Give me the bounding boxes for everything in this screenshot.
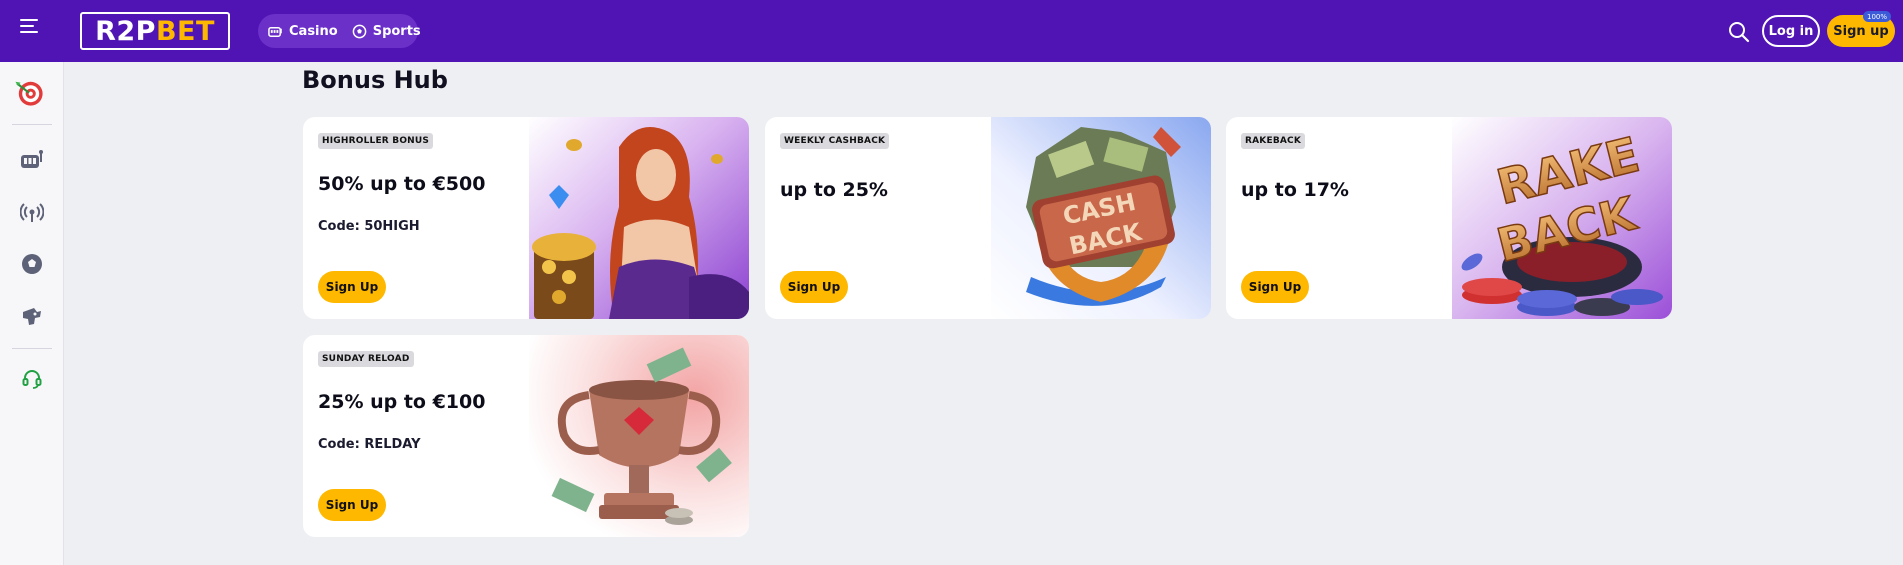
bonus-code: Code: 50HIGH (318, 219, 420, 234)
nav-sports[interactable]: Sports (352, 24, 421, 39)
bonus-badge: RAKEBACK (1241, 133, 1306, 149)
login-button[interactable]: Log in (1762, 15, 1820, 47)
nav-casino[interactable]: Casino (268, 24, 338, 39)
bonus-card-rakeback: RAKEBACK up to 17% Sign Up RAKE BACK (1226, 117, 1672, 319)
bonus-badge: SUNDAY RELOAD (318, 351, 414, 367)
dart-board-icon[interactable] (15, 78, 46, 106)
bonus-headline: 25% up to €100 (318, 391, 486, 413)
bonus-signup-button[interactable]: Sign Up (780, 271, 848, 303)
soccer-ball-icon (352, 24, 367, 38)
bonus-signup-button[interactable]: Sign Up (318, 271, 386, 303)
sidebar-divider (12, 124, 52, 125)
logo-text-part2: BET (155, 15, 215, 47)
sidebar (0, 62, 64, 565)
esports-icon[interactable] (18, 302, 46, 330)
slot-machine-icon (268, 26, 282, 37)
trophy-with-cash-image (529, 335, 749, 537)
nav-sports-label: Sports (372, 23, 421, 39)
sidebar-divider (12, 348, 52, 349)
slot-machine-icon[interactable] (18, 146, 46, 174)
bonus-headline: up to 17% (1241, 179, 1349, 201)
live-broadcast-icon[interactable] (18, 198, 46, 226)
bonus-card-highroller: HIGHROLLER BONUS 50% up to €500 Code: 50… (303, 117, 749, 319)
bonus-badge: HIGHROLLER BONUS (318, 133, 434, 149)
bonus-signup-button[interactable]: Sign Up (318, 489, 386, 521)
hamburger-menu-icon[interactable] (20, 19, 44, 41)
bonus-signup-button[interactable]: Sign Up (1241, 271, 1309, 303)
bonus-code: Code: RELDAY (318, 437, 421, 452)
cashback-sign-image: CASH BACK (991, 117, 1211, 319)
bonus-badge: WEEKLY CASHBACK (780, 133, 890, 149)
search-icon[interactable] (1728, 21, 1750, 43)
signup-bonus-badge: 100% (1863, 11, 1892, 22)
top-header: R2P BET Casino Sports Log in Sign up 100% (0, 0, 1903, 62)
bonus-card-sunday-reload: SUNDAY RELOAD 25% up to €100 Code: RELDA… (303, 335, 749, 537)
support-headset-icon[interactable] (18, 365, 46, 393)
page-title: Bonus Hub (302, 66, 448, 94)
nav-casino-label: Casino (289, 23, 338, 39)
rakeback-poker-chips-image: RAKE BACK (1452, 117, 1672, 319)
bonus-headline: 50% up to €500 (318, 173, 486, 195)
bonus-card-weekly-cashback: WEEKLY CASHBACK up to 25% Sign Up CASH B… (765, 117, 1211, 319)
site-logo[interactable]: R2P BET (80, 12, 230, 50)
soccer-ball-icon[interactable] (18, 250, 46, 278)
logo-text-part1: R2P (95, 15, 156, 47)
bonus-headline: up to 25% (780, 179, 888, 201)
sorceress-treasure-chest-image (529, 117, 749, 319)
main-nav: Casino Sports (258, 14, 421, 48)
